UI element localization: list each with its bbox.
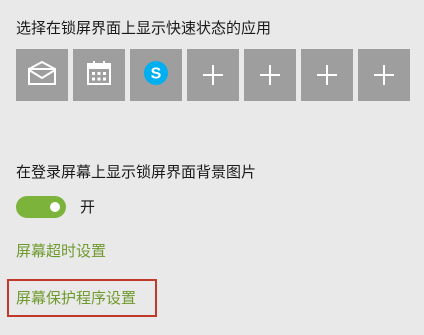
signin-background-toggle-row: 开	[16, 196, 95, 218]
quick-status-tile-mail[interactable]	[16, 49, 68, 101]
quick-status-tile-skype[interactable]: S	[130, 49, 182, 101]
plus-icon	[203, 65, 223, 85]
calendar-icon	[86, 60, 112, 90]
quick-status-heading: 选择在锁屏界面上显示快速状态的应用	[16, 19, 272, 37]
plus-icon	[374, 65, 394, 85]
toggle-state-label: 开	[80, 198, 96, 216]
screen-saver-settings-link[interactable]: 屏幕保护程序设置	[16, 288, 136, 308]
quick-status-tile-add-3[interactable]	[301, 49, 353, 101]
skype-icon-letter: S	[151, 66, 162, 83]
quick-status-tile-calendar[interactable]	[73, 49, 125, 101]
mail-icon	[27, 60, 57, 89]
plus-icon	[317, 65, 337, 85]
quick-status-tiles: S	[16, 49, 410, 101]
quick-status-tile-add-2[interactable]	[244, 49, 296, 101]
plus-icon	[260, 65, 280, 85]
screen-timeout-settings-link[interactable]: 屏幕超时设置	[16, 241, 106, 261]
skype-icon: S	[143, 60, 169, 90]
signin-background-heading: 在登录屏幕上显示锁屏界面背景图片	[16, 163, 257, 181]
signin-background-toggle[interactable]	[16, 196, 66, 218]
toggle-knob	[50, 202, 60, 212]
quick-status-tile-add-4[interactable]	[358, 49, 410, 101]
quick-status-tile-add-1[interactable]	[187, 49, 239, 101]
